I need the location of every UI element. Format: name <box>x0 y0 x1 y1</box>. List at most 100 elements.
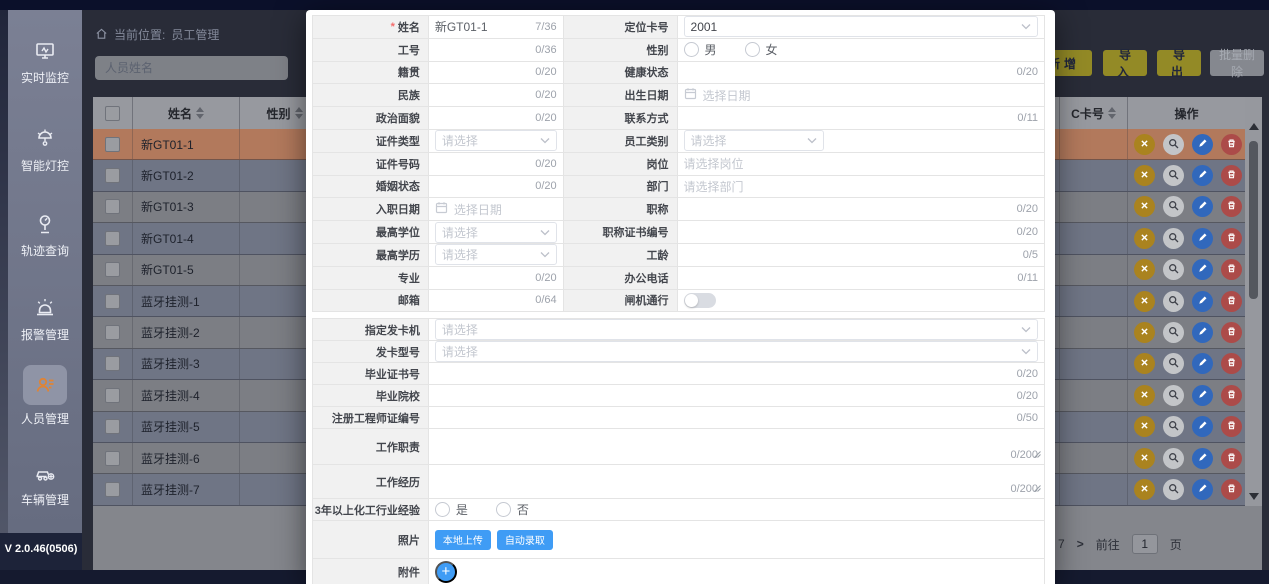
scroll-up-icon[interactable] <box>1249 123 1259 130</box>
row-checkbox[interactable] <box>105 199 120 214</box>
sidebar-item[interactable]: 智能灯控 <box>8 126 82 174</box>
view-button[interactable] <box>1163 322 1184 343</box>
delete-button[interactable] <box>1221 134 1242 155</box>
delete-button[interactable] <box>1221 259 1242 280</box>
resize-handle-icon[interactable] <box>1033 448 1042 462</box>
card-button[interactable] <box>1134 259 1155 280</box>
scrollbar-thumb[interactable] <box>1249 141 1258 299</box>
card-button[interactable] <box>1134 353 1155 374</box>
sidebar-item[interactable]: 报警管理 <box>8 295 82 343</box>
col-card-header[interactable]: C卡号 <box>1060 97 1128 129</box>
edit-button[interactable] <box>1192 385 1213 406</box>
delete-button[interactable] <box>1221 291 1242 312</box>
resize-handle-icon[interactable] <box>1033 482 1042 496</box>
card-button[interactable] <box>1134 448 1155 469</box>
sort-carets-icon[interactable] <box>196 107 204 119</box>
import-button[interactable]: 导入 <box>1103 50 1147 76</box>
radio-circle-icon[interactable] <box>435 502 450 517</box>
select-input[interactable]: 2001 <box>684 16 1038 37</box>
edit-button[interactable] <box>1192 228 1213 249</box>
edit-button[interactable] <box>1192 259 1213 280</box>
sort-carets-icon[interactable] <box>295 107 303 119</box>
table-scrollbar[interactable] <box>1245 97 1262 506</box>
card-button[interactable] <box>1134 165 1155 186</box>
row-checkbox[interactable] <box>105 419 120 434</box>
view-button[interactable] <box>1163 134 1184 155</box>
row-checkbox[interactable] <box>105 325 120 340</box>
edit-button[interactable] <box>1192 165 1213 186</box>
edit-button[interactable] <box>1192 196 1213 217</box>
batch-delete-button[interactable]: 批量删除 <box>1210 50 1264 76</box>
row-checkbox[interactable] <box>105 388 120 403</box>
date-picker[interactable]: 选择日期 <box>684 87 751 104</box>
view-button[interactable] <box>1163 228 1184 249</box>
select-all-checkbox[interactable] <box>105 106 120 121</box>
select-input[interactable]: 请选择 <box>684 130 824 151</box>
local-upload-button[interactable]: 本地上传 <box>435 530 491 550</box>
delete-button[interactable] <box>1221 448 1242 469</box>
card-button[interactable] <box>1134 322 1155 343</box>
radio-option[interactable]: 男 <box>684 41 717 58</box>
text-input-value[interactable]: 新GT01-1 <box>435 18 488 35</box>
card-button[interactable] <box>1134 228 1155 249</box>
view-button[interactable] <box>1163 385 1184 406</box>
row-checkbox[interactable] <box>105 231 120 246</box>
card-button[interactable] <box>1134 416 1155 437</box>
radio-option[interactable]: 是 <box>435 501 468 518</box>
row-checkbox[interactable] <box>105 262 120 277</box>
card-button[interactable] <box>1134 196 1155 217</box>
edit-button[interactable] <box>1192 322 1213 343</box>
radio-circle-icon[interactable] <box>496 502 511 517</box>
card-button[interactable] <box>1134 134 1155 155</box>
text-input-placeholder[interactable]: 请选择部门 <box>684 178 744 195</box>
sidebar-item[interactable]: 实时监控 <box>8 38 82 86</box>
person-name-search-input[interactable] <box>95 56 288 80</box>
view-button[interactable] <box>1163 353 1184 374</box>
radio-circle-icon[interactable] <box>745 42 760 57</box>
delete-button[interactable] <box>1221 228 1242 249</box>
select-input[interactable]: 请选择 <box>435 130 557 151</box>
gate-access-toggle[interactable] <box>684 293 716 308</box>
sidebar-item[interactable]: 车辆管理 <box>8 460 82 508</box>
card-button[interactable] <box>1134 291 1155 312</box>
radio-option[interactable]: 否 <box>496 501 529 518</box>
delete-button[interactable] <box>1221 416 1242 437</box>
view-button[interactable] <box>1163 291 1184 312</box>
card-button[interactable] <box>1134 479 1155 500</box>
delete-button[interactable] <box>1221 385 1242 406</box>
delete-button[interactable] <box>1221 479 1242 500</box>
select-input[interactable]: 请选择 <box>435 319 1038 340</box>
delete-button[interactable] <box>1221 196 1242 217</box>
row-checkbox[interactable] <box>105 451 120 466</box>
delete-button[interactable] <box>1221 165 1242 186</box>
row-checkbox[interactable] <box>105 168 120 183</box>
page-jump-input[interactable]: 1 <box>1132 534 1158 554</box>
edit-button[interactable] <box>1192 291 1213 312</box>
card-button[interactable] <box>1134 385 1155 406</box>
row-checkbox[interactable] <box>105 137 120 152</box>
date-picker[interactable]: 选择日期 <box>435 201 502 218</box>
edit-button[interactable] <box>1192 134 1213 155</box>
view-button[interactable] <box>1163 165 1184 186</box>
select-input[interactable]: 请选择 <box>435 244 557 265</box>
view-button[interactable] <box>1163 448 1184 469</box>
delete-button[interactable] <box>1221 353 1242 374</box>
add-attachment-button[interactable]: + <box>435 561 457 583</box>
col-name-header[interactable]: 姓名 <box>133 97 240 129</box>
sidebar-item[interactable]: 轨迹查询 <box>8 211 82 259</box>
page-number-7[interactable]: 7 <box>1058 537 1065 551</box>
row-checkbox[interactable] <box>105 356 120 371</box>
select-input[interactable]: 请选择 <box>435 341 1038 362</box>
sidebar-item[interactable]: 人员管理 <box>8 365 82 427</box>
edit-button[interactable] <box>1192 416 1213 437</box>
delete-button[interactable] <box>1221 322 1242 343</box>
select-input[interactable]: 请选择 <box>435 222 557 243</box>
view-button[interactable] <box>1163 416 1184 437</box>
row-checkbox[interactable] <box>105 294 120 309</box>
edit-button[interactable] <box>1192 448 1213 469</box>
view-button[interactable] <box>1163 196 1184 217</box>
auto-capture-button[interactable]: 自动录取 <box>497 530 553 550</box>
view-button[interactable] <box>1163 259 1184 280</box>
next-page-icon[interactable]: > <box>1077 537 1084 551</box>
edit-button[interactable] <box>1192 353 1213 374</box>
